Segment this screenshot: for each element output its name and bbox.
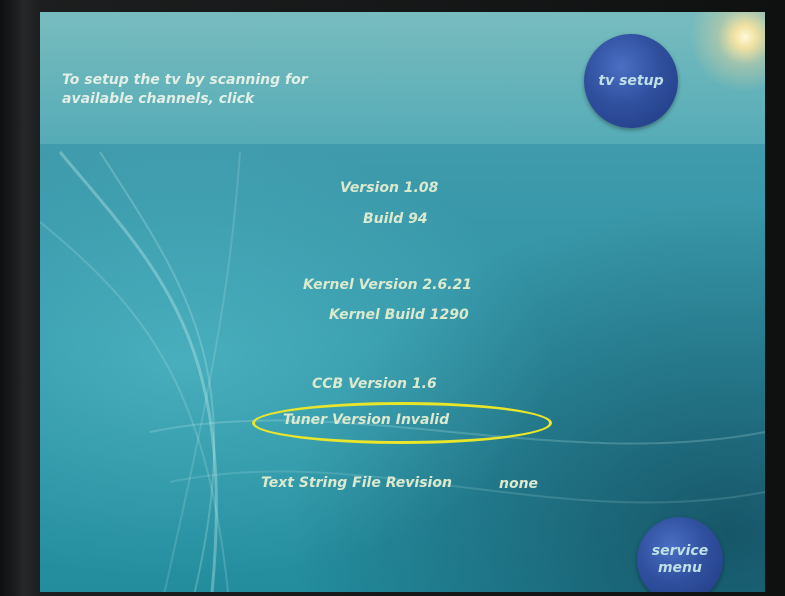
ccb-version-label: CCB Version 1.6: [312, 376, 437, 392]
tv-setup-button-label: tv setup: [598, 73, 664, 89]
tuner-version-highlight-ellipse: [252, 402, 552, 444]
setup-instructions-line2: available channels, click: [62, 91, 255, 107]
service-menu-label-line2: menu: [657, 560, 702, 576]
setup-instructions: To setup the tv by scanning for availabl…: [62, 71, 362, 109]
tv-screen: To setup the tv by scanning for availabl…: [40, 12, 765, 592]
kernel-build-label: Kernel Build 1290: [329, 307, 469, 323]
text-string-revision-label: Text String File Revision: [261, 475, 452, 491]
device-frame: To setup the tv by scanning for availabl…: [0, 0, 785, 596]
version-label: Version 1.08: [340, 180, 439, 196]
build-label: Build 94: [363, 211, 428, 227]
setup-instructions-line1: To setup the tv by scanning for: [62, 72, 308, 88]
text-string-revision-value: none: [499, 476, 539, 492]
tv-setup-button[interactable]: tv setup: [584, 34, 678, 128]
kernel-version-label: Kernel Version 2.6.21: [303, 277, 473, 293]
service-menu-label-line1: service: [651, 543, 709, 559]
